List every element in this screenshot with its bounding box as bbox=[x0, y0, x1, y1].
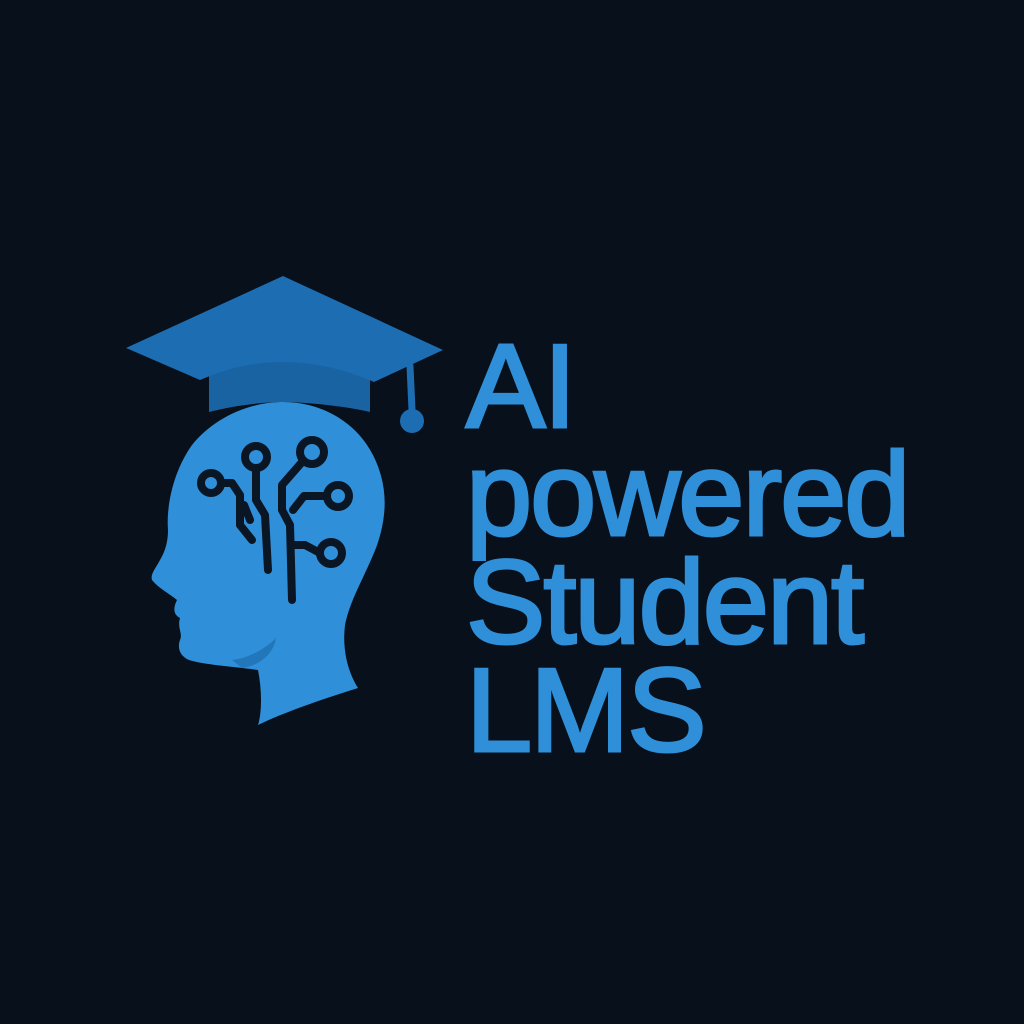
brand-line-powered: powered bbox=[464, 428, 911, 561]
logo-canvas: AI powered Student LMS bbox=[0, 0, 1024, 1024]
brand-line-ai: AI bbox=[464, 320, 577, 453]
brand-line-lms: LMS bbox=[464, 644, 708, 777]
brand-line-student: Student bbox=[464, 536, 865, 669]
brand-wordmark: AI powered Student LMS bbox=[464, 320, 911, 777]
